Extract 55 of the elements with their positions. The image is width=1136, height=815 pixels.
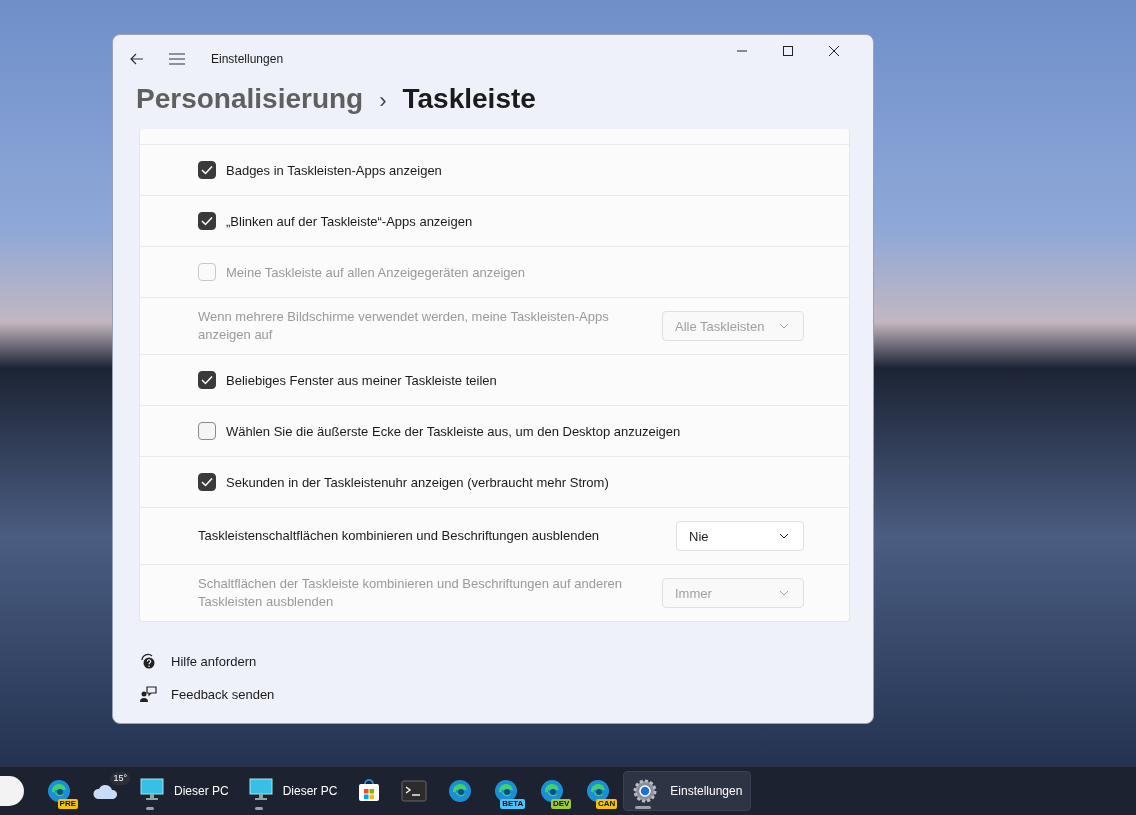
taskbar-button[interactable]: 15° — [84, 771, 128, 811]
icon-badge: BETA — [500, 799, 526, 809]
back-icon[interactable] — [129, 51, 145, 67]
taskbar-button[interactable]: Dieser PC — [240, 771, 346, 811]
help-icon — [139, 652, 157, 670]
store-icon — [357, 779, 382, 803]
setting-label: Wählen Sie die äußerste Ecke der Taskleiste aus, um den Desktop anzuzeigen — [226, 423, 681, 439]
gear-icon — [632, 778, 659, 804]
checkbox[interactable] — [198, 371, 216, 389]
setting-label: Beliebiges Fenster aus meiner Taskleiste teilen — [226, 372, 497, 388]
terminal-icon — [401, 780, 428, 802]
running-indicator — [635, 806, 652, 809]
running-indicator — [146, 807, 154, 810]
taskbar-button[interactable]: Einstellungen — [623, 771, 752, 811]
setting-label: Wenn mehrere Bildschirme verwendet werden, meine Taskleisten-Apps anzeigen auf — [198, 308, 610, 344]
check-icon — [201, 375, 213, 385]
taskbar-button[interactable]: Dieser PC — [132, 771, 237, 811]
maximize-icon[interactable] — [782, 45, 794, 57]
dropdown[interactable]: Nie — [676, 521, 804, 551]
feedback-icon — [139, 685, 157, 703]
setting-label: „Blinken auf der Taskleiste“-Apps anzeigen — [226, 213, 473, 229]
link-label[interactable]: Hilfe anfordern — [171, 653, 257, 669]
chevron-down-icon — [779, 323, 789, 329]
chevron-down-icon — [779, 533, 789, 539]
page-title: Taskleiste — [402, 83, 536, 115]
window-title: Einstellungen — [211, 52, 284, 66]
setting-label: Sekunden in der Taskleistenuhr anzeigen (verbraucht mehr Strom) — [226, 474, 609, 490]
setting-label: Taskleistenschaltflächen kombinieren und Beschriftungen ausblenden — [198, 527, 600, 545]
checkbox[interactable] — [198, 422, 216, 440]
breadcrumb-separator: › — [379, 88, 387, 114]
icon-badge: PRE — [57, 799, 78, 809]
check-icon — [201, 165, 213, 175]
check-icon — [201, 477, 213, 487]
check-icon — [201, 216, 213, 226]
checkbox[interactable] — [198, 473, 216, 491]
link-label[interactable]: Feedback senden — [171, 686, 275, 702]
breadcrumb-parent[interactable]: Personalisierung — [136, 83, 364, 115]
setting-label: Badges in Taskleisten-Apps anzeigen — [226, 162, 442, 178]
checkbox[interactable] — [198, 161, 216, 179]
setting-label: Meine Taskleiste auf allen Anzeigegeräten anzeigen — [226, 264, 525, 280]
taskbar-button[interactable]: PRE — [38, 771, 80, 811]
icon-badge: CAN — [596, 799, 618, 809]
taskbar-button[interactable]: DEV — [531, 771, 574, 811]
checkbox[interactable] — [198, 212, 216, 230]
icon-badge: 15° — [110, 772, 130, 785]
running-indicator — [254, 807, 263, 810]
browser-icon — [447, 778, 474, 804]
close-icon[interactable] — [828, 45, 840, 57]
menu-icon[interactable] — [169, 53, 185, 65]
chevron-down-icon — [779, 590, 789, 596]
search-box[interactable] — [0, 776, 24, 806]
taskbar-button[interactable]: CAN — [577, 771, 620, 811]
setting-label: Schaltflächen der Taskleiste kombinieren und Beschriftungen auf anderen Taskleisten ausblenden — [198, 575, 623, 611]
taskbar-button[interactable]: BETA — [485, 771, 528, 811]
icon-badge: DEV — [550, 799, 572, 809]
